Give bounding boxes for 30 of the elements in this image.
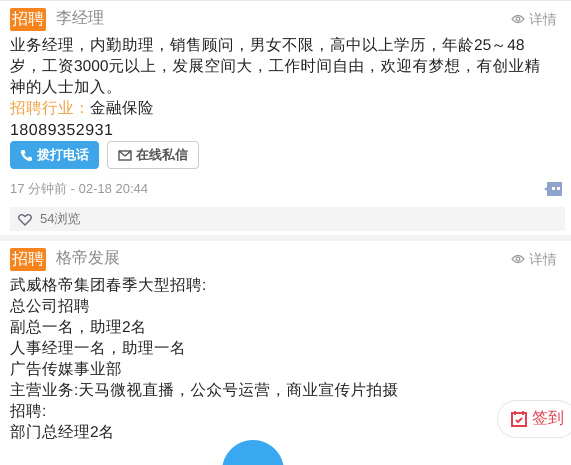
industry-label: 招聘行业： <box>10 99 90 119</box>
phone-number: 18089352931 <box>10 121 114 141</box>
detail-link[interactable]: 详情 <box>511 9 557 29</box>
author-name: 格帝发展 <box>56 248 120 269</box>
check-in-button[interactable]: 签到 <box>497 400 571 438</box>
post-text: 人事经理一名，助理一名 <box>10 339 186 359</box>
post-text: 总公司招聘 <box>10 297 90 317</box>
comment-icon <box>543 180 563 197</box>
detail-link[interactable]: 详情 <box>511 249 557 269</box>
post-text: 武威格帝集团春季大型招聘: <box>10 276 206 296</box>
view-count: 54浏览 <box>40 210 80 228</box>
post-text: 招聘: <box>10 402 46 422</box>
message-button[interactable]: 在线私信 <box>107 141 199 169</box>
eye-icon <box>511 14 525 24</box>
category-tag: 招聘 <box>10 248 46 270</box>
category-tag: 招聘 <box>10 8 46 30</box>
phone-icon <box>20 148 33 162</box>
eye-icon <box>511 254 525 264</box>
post-text: 业务经理，内勤助理，销售顾问，男女不限，高中以上学历，年龄25～48岁，工资3000元以上，发展空间大，工作时间自由，欢迎有梦想，有创业精神的人士加入。 <box>10 36 542 98</box>
envelope-icon <box>118 150 132 160</box>
post-text: 广告传媒事业部 <box>10 360 122 380</box>
post-text: 副总一名，助理2名 <box>10 318 147 338</box>
timestamp: 17 分钟前 - 02-18 20:44 <box>10 180 148 198</box>
calendar-icon <box>510 410 528 428</box>
post-text: 部门总经理2名 <box>10 423 115 443</box>
industry-value: 金融保险 <box>90 99 154 119</box>
post-text: 主营业务:天马微视直播，公众号运营，商业宣传片拍摄 <box>10 380 398 401</box>
author-name: 李经理 <box>56 8 104 29</box>
heart-icon <box>18 212 32 226</box>
call-button[interactable]: 拨打电话 <box>10 141 99 169</box>
